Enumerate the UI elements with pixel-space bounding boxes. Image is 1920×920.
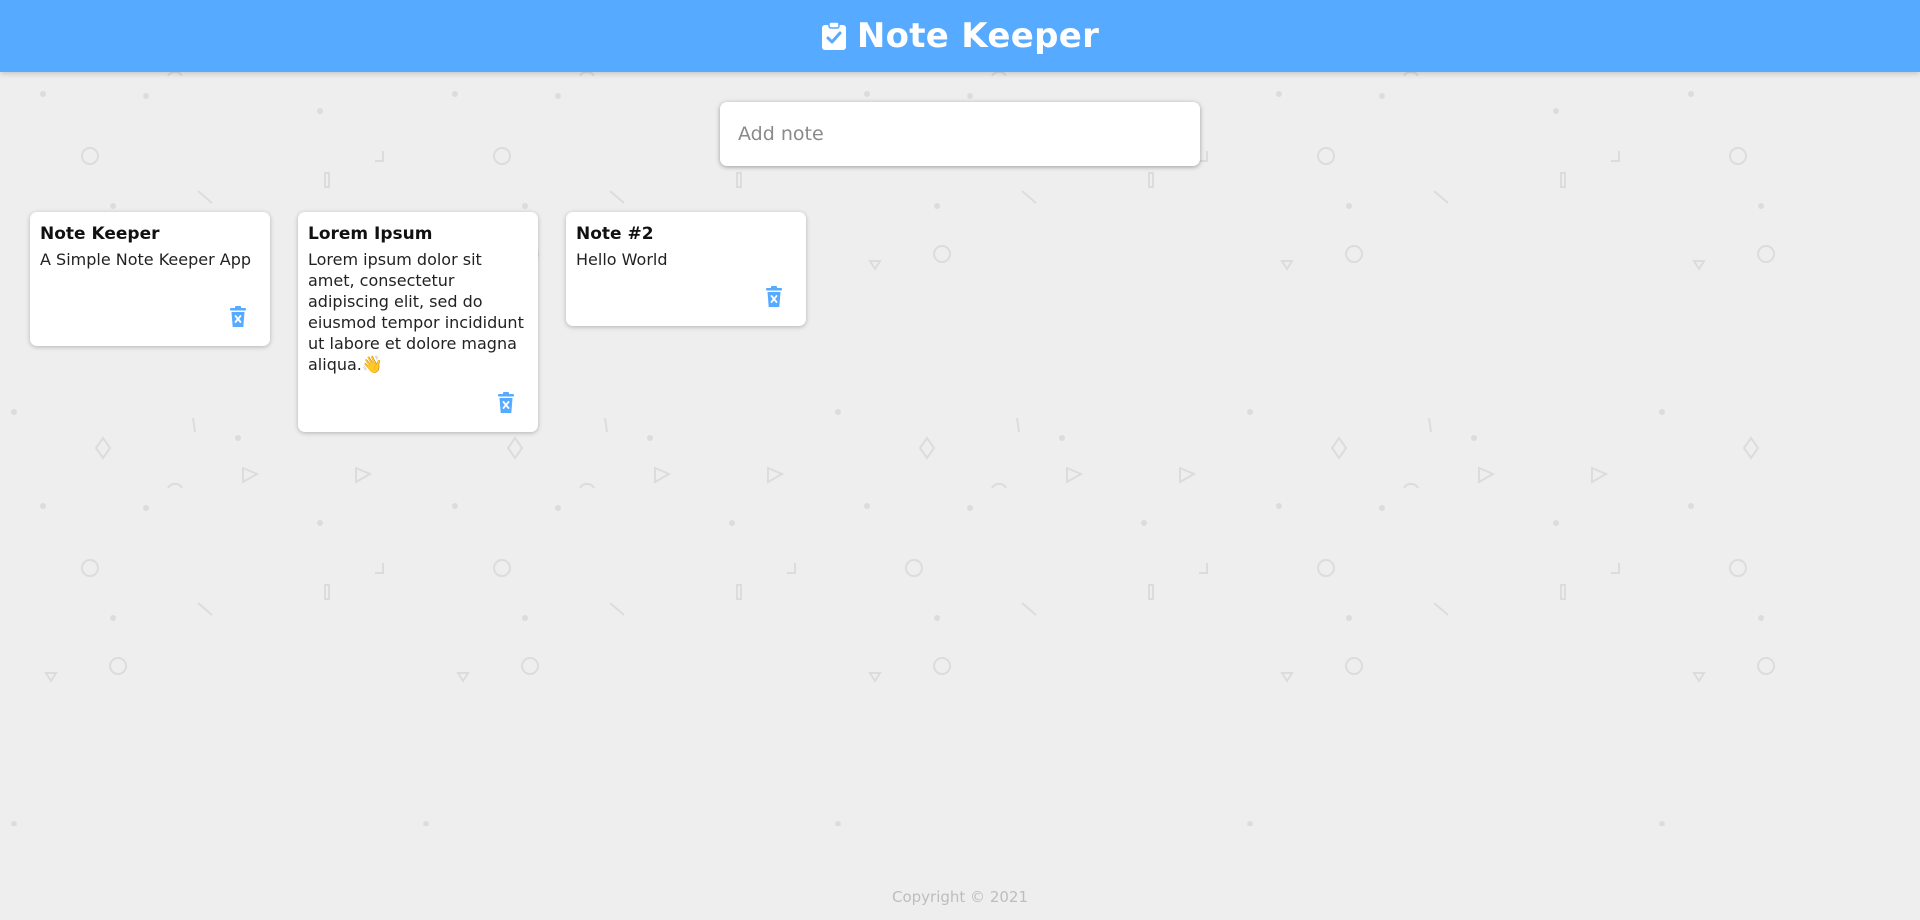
delete-note-button[interactable] [496,392,516,414]
note-card: Lorem Ipsum Lorem ipsum dolor sit amet, … [298,212,538,432]
copyright-text: Copyright © 2021 [891,888,1028,906]
note-content: A Simple Note Keeper App [40,249,260,270]
waving-hand-emoji: 👋 [361,355,384,375]
trash-icon [230,306,246,327]
note-card: Note Keeper A Simple Note Keeper App [30,212,270,346]
add-note-form [720,102,1200,166]
clipboard-check-icon [821,21,847,51]
note-title: Lorem Ipsum [308,224,433,244]
add-note-input[interactable] [720,102,1200,166]
delete-note-button[interactable] [764,286,784,308]
note-content-text: Lorem ipsum dolor sit amet, consectetur … [308,250,529,374]
note-card: Note #2 Hello World [566,212,806,326]
note-title: Note Keeper [40,224,160,244]
trash-icon [766,286,782,307]
delete-note-button[interactable] [228,306,248,328]
note-content: Lorem ipsum dolor sit amet, consectetur … [308,249,528,376]
note-content-text: Hello World [576,250,668,269]
app-header: Note Keeper [0,0,1920,72]
note-content: Hello World [576,249,796,270]
app-footer: Copyright © 2021 [0,888,1920,906]
note-title: Note #2 [576,224,654,244]
note-content-text: A Simple Note Keeper App [40,250,252,269]
app-brand: Note Keeper [821,16,1099,56]
app-title: Note Keeper [856,16,1100,56]
trash-icon [498,392,514,413]
